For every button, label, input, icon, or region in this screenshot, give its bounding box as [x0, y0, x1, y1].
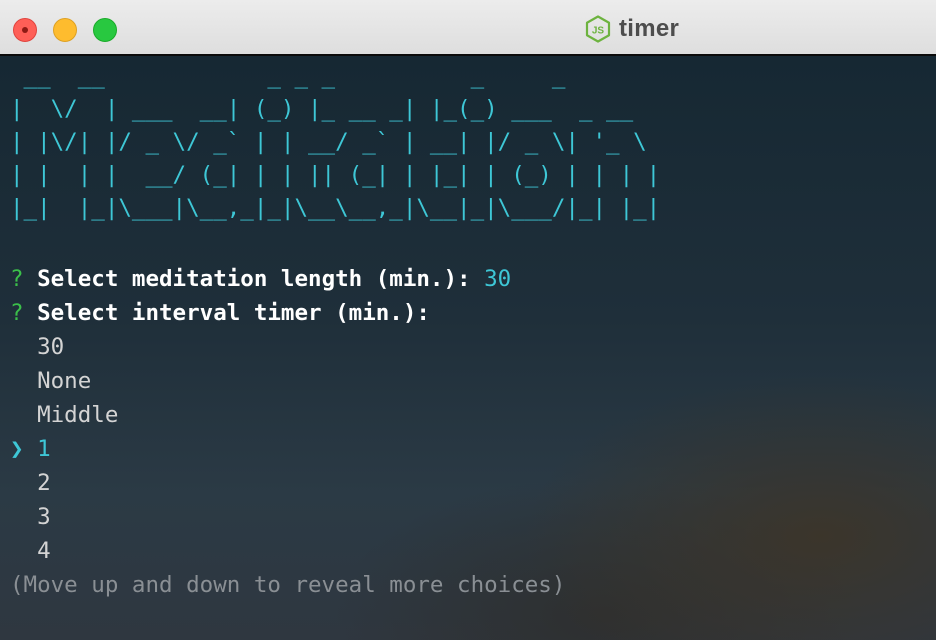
terminal-window: JS timer __ __ _ _ _ _ _ | \/ | ___ __| … — [0, 0, 936, 640]
ascii-art-banner: __ __ _ _ _ _ _ | \/ | ___ __| (_) |_ __… — [10, 60, 660, 225]
navigation-hint: (Move up and down to reveal more choices… — [10, 572, 566, 598]
minimize-window-button[interactable] — [53, 18, 77, 42]
banner-line: | |\/| |/ _ \/ _` | | __/ _` | __| |/ _ … — [10, 129, 647, 155]
title-bar[interactable]: JS timer — [0, 0, 936, 56]
choice-item[interactable]: 4 — [10, 534, 51, 568]
choice-item[interactable]: 2 — [10, 466, 51, 500]
choice-item[interactable]: Middle — [10, 398, 118, 432]
banner-line: __ __ _ _ _ _ _ — [10, 63, 566, 89]
nodejs-icon: JS — [585, 15, 611, 43]
choice-item[interactable]: None — [10, 364, 91, 398]
close-window-button[interactable] — [13, 18, 37, 42]
banner-line: | \/ | ___ __| (_) |_ __ _| |_(_) ___ _ … — [10, 96, 634, 122]
banner-line: | | | | __/ (_| | | || (_| | |_| | (_) |… — [10, 162, 661, 188]
question-mark-icon: ? — [10, 266, 24, 292]
prompt-interval-timer: ? Select interval timer (min.): — [10, 296, 430, 330]
pointer-icon: ❯ — [10, 436, 24, 462]
svg-text:JS: JS — [592, 26, 605, 37]
choice-item[interactable]: 3 — [10, 500, 51, 534]
banner-line: |_| |_|\___|\__,_|_|\__\__,_|\__|_|\___/… — [10, 195, 661, 221]
question-mark-icon: ? — [10, 300, 24, 326]
choice-item-selected[interactable]: ❯ 1 — [10, 432, 51, 466]
zoom-window-button[interactable] — [93, 18, 117, 42]
choice-item[interactable]: 30 — [10, 330, 64, 364]
window-title: timer — [619, 15, 680, 42]
prompt-text: Select interval timer (min.): — [37, 300, 430, 326]
terminal-content[interactable]: __ __ _ _ _ _ _ | \/ | ___ __| (_) |_ __… — [0, 56, 936, 640]
prompt-text: Select meditation length (min.): — [37, 266, 471, 292]
window-title-group: JS timer — [585, 14, 679, 44]
prompt-meditation-length: ? Select meditation length (min.): 30 — [10, 262, 511, 296]
prompt-answer: 30 — [484, 266, 512, 292]
